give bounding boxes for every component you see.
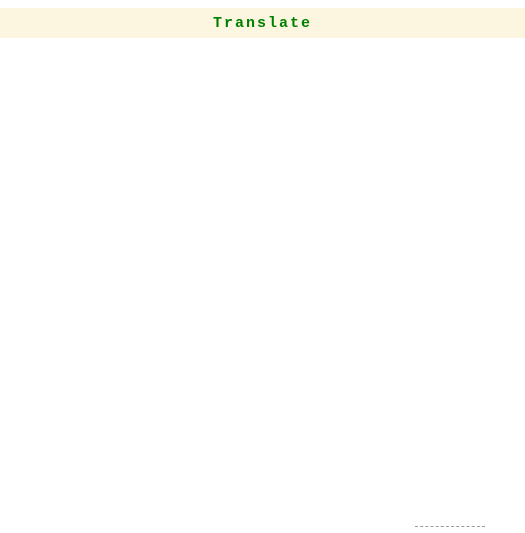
heading-bar: Translate [0,8,525,38]
page-title: Translate [213,15,312,32]
bottom-divider [415,526,485,527]
